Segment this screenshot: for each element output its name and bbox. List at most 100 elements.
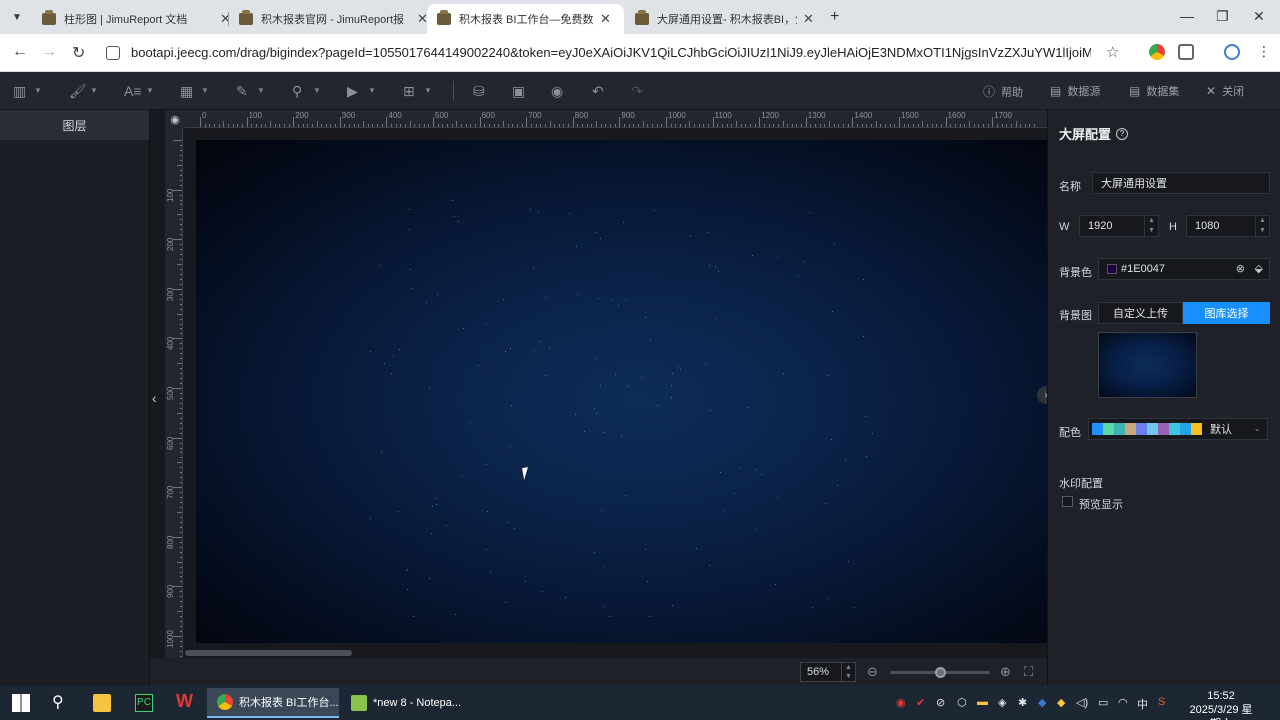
- zoom-out-icon[interactable]: ⊖: [867, 664, 878, 680]
- window-close-icon[interactable]: ✕: [1253, 8, 1265, 25]
- close-tab-icon[interactable]: ✕: [803, 11, 814, 27]
- help-button[interactable]: ⓘ 帮助: [983, 83, 1023, 100]
- brush-icon[interactable]: 🖌︎: [69, 83, 87, 100]
- close-tab-icon[interactable]: ✕: [600, 11, 611, 27]
- profile-icon[interactable]: [1224, 44, 1240, 60]
- file-explorer-icon[interactable]: [93, 694, 111, 712]
- zoom-percent-input[interactable]: 56% ▲ ▼: [800, 662, 856, 682]
- zoom-in-icon[interactable]: ⊕: [1000, 664, 1011, 680]
- forward-arrow-icon[interactable]: →: [41, 43, 57, 61]
- sync-icon[interactable]: ◈: [998, 696, 1006, 709]
- bookmark-star-icon[interactable]: ☆: [1106, 43, 1119, 61]
- ime-indicator[interactable]: 中: [1137, 696, 1148, 712]
- collapse-left-chevron-icon[interactable]: ‹: [152, 390, 157, 406]
- chevron-down-icon[interactable]: ▼: [90, 86, 98, 95]
- bgcolor-input[interactable]: #1E0047 ⊗ ⬙: [1098, 258, 1270, 280]
- zoom-slider[interactable]: [890, 667, 990, 678]
- minimize-icon[interactable]: —: [1180, 8, 1194, 24]
- extension-google-icon[interactable]: [1149, 44, 1165, 60]
- edit-icon[interactable]: ✎: [236, 83, 248, 100]
- new-tab-button[interactable]: +: [830, 8, 839, 26]
- palette-select[interactable]: 默认 ⌄: [1088, 418, 1268, 440]
- components-grid-icon[interactable]: ⊞: [403, 83, 415, 100]
- folder-icon[interactable]: ▬: [977, 696, 988, 708]
- chevron-down-icon[interactable]: ▼: [313, 86, 321, 95]
- ruler-tick: [180, 303, 182, 305]
- database-icon[interactable]: ⛁: [473, 83, 485, 100]
- pycharm-icon[interactable]: PC: [135, 694, 153, 712]
- preview-checkbox[interactable]: [1062, 496, 1073, 507]
- network-icon[interactable]: ⬡: [957, 696, 967, 709]
- browser-tab-2[interactable]: 积木报表官网 - JimuReport报 ✕: [229, 4, 438, 34]
- chevron-down-icon[interactable]: ▼: [146, 86, 154, 95]
- chart-icon[interactable]: ▥: [13, 83, 26, 100]
- wps-icon[interactable]: W: [176, 691, 194, 711]
- zoom-slider-thumb[interactable]: [935, 667, 946, 678]
- width-input[interactable]: 1920 ▲ ▼: [1079, 215, 1159, 237]
- system-clock[interactable]: 15:52 2025/3/29 星期六: [1186, 689, 1256, 720]
- star-dot: [679, 368, 681, 370]
- paint-bucket-icon[interactable]: ⬙: [1255, 262, 1263, 275]
- map-pin-icon[interactable]: ⚲: [292, 83, 302, 100]
- shield-icon[interactable]: ◆: [1038, 696, 1046, 709]
- ruler-tick: [433, 117, 434, 127]
- bigscreen-canvas[interactable]: [196, 140, 1047, 643]
- preview-eye-icon[interactable]: ◉: [551, 83, 563, 100]
- chevron-down-icon[interactable]: ▼: [201, 86, 209, 95]
- ruler-visibility-eye-icon[interactable]: ◉: [165, 110, 185, 128]
- background-image-thumbnail[interactable]: [1098, 332, 1197, 398]
- chevron-down-icon[interactable]: ▼: [257, 86, 265, 95]
- search-icon[interactable]: ⚲: [52, 692, 70, 711]
- help-question-icon[interactable]: ?: [1116, 127, 1129, 140]
- ruler-label: 100: [248, 111, 262, 120]
- extensions-puzzle-icon[interactable]: [1178, 44, 1194, 60]
- tray-settings-icon[interactable]: ✱: [1018, 696, 1027, 709]
- record-icon[interactable]: ◉: [896, 696, 906, 709]
- datasource-button[interactable]: ▤ 数据源: [1050, 83, 1100, 99]
- redo-icon[interactable]: ↷: [631, 83, 643, 100]
- ruler-tick: [180, 358, 182, 360]
- name-input[interactable]: 大屏通用设置: [1092, 172, 1270, 194]
- text-icon[interactable]: A≡: [124, 83, 142, 99]
- clear-circle-icon[interactable]: ⊗: [1236, 262, 1245, 275]
- browser-tab-4[interactable]: 大屏通用设置- 积木报表BI，免 ✕: [625, 4, 824, 34]
- chevron-down-icon[interactable]: ▼: [34, 86, 42, 95]
- table-icon[interactable]: ▦: [180, 83, 193, 100]
- volume-icon[interactable]: ◁): [1076, 696, 1088, 709]
- library-select-button[interactable]: 图库选择: [1183, 302, 1270, 324]
- chevron-down-icon[interactable]: ▼: [424, 86, 432, 95]
- height-input[interactable]: 1080 ▲ ▼: [1186, 215, 1270, 237]
- maximize-icon[interactable]: ❐: [1216, 8, 1229, 25]
- dataset-button[interactable]: ▤ 数据集: [1129, 83, 1179, 99]
- chevron-down-icon[interactable]: ▼: [368, 86, 376, 95]
- media-play-icon[interactable]: ▶: [347, 83, 358, 100]
- horizontal-scrollbar[interactable]: [185, 650, 352, 656]
- taskbar-app-chrome[interactable]: 积木报表 BI工作台...: [207, 688, 339, 718]
- site-info-icon[interactable]: [106, 46, 120, 60]
- link-icon[interactable]: ⊘: [936, 696, 945, 709]
- security-icon[interactable]: ◆: [1057, 696, 1065, 709]
- zoom-stepper[interactable]: ▲ ▼: [841, 663, 855, 681]
- save-icon[interactable]: ▣: [512, 83, 525, 100]
- layers-tab[interactable]: 图层: [0, 110, 149, 140]
- custom-upload-button[interactable]: 自定义上传: [1098, 302, 1183, 324]
- height-stepper[interactable]: ▲ ▼: [1255, 216, 1269, 236]
- battery-icon[interactable]: ▭: [1098, 696, 1108, 709]
- wifi-icon[interactable]: ◠: [1118, 696, 1128, 709]
- fit-screen-icon[interactable]: ⛶: [1024, 664, 1033, 680]
- browser-menu-icon[interactable]: ⋮: [1257, 43, 1271, 60]
- color-swatch[interactable]: [1107, 264, 1117, 274]
- browser-tab-1[interactable]: 柱形图 | JimuReport 文档 ✕: [32, 4, 241, 34]
- tab-search-chevron-icon[interactable]: ▼: [6, 6, 28, 28]
- windows-start-icon[interactable]: [12, 694, 30, 712]
- width-stepper[interactable]: ▲ ▼: [1144, 216, 1158, 236]
- browser-tab-3-active[interactable]: 积木报表 BI工作台—免费数据 ✕: [427, 4, 624, 34]
- close-button[interactable]: ✕ 关闭: [1206, 83, 1244, 99]
- input-method-icon[interactable]: S: [1158, 696, 1165, 708]
- tray-app-icon[interactable]: ✔: [916, 696, 925, 709]
- url-address-input[interactable]: bootapi.jeecg.com/drag/bigindex?pageId=1…: [131, 45, 1091, 60]
- taskbar-app-notepad[interactable]: *new 8 - Notepa...: [341, 688, 471, 718]
- back-arrow-icon[interactable]: ←: [12, 43, 28, 61]
- reload-icon[interactable]: ↻: [72, 43, 85, 63]
- undo-icon[interactable]: ↶: [592, 83, 604, 100]
